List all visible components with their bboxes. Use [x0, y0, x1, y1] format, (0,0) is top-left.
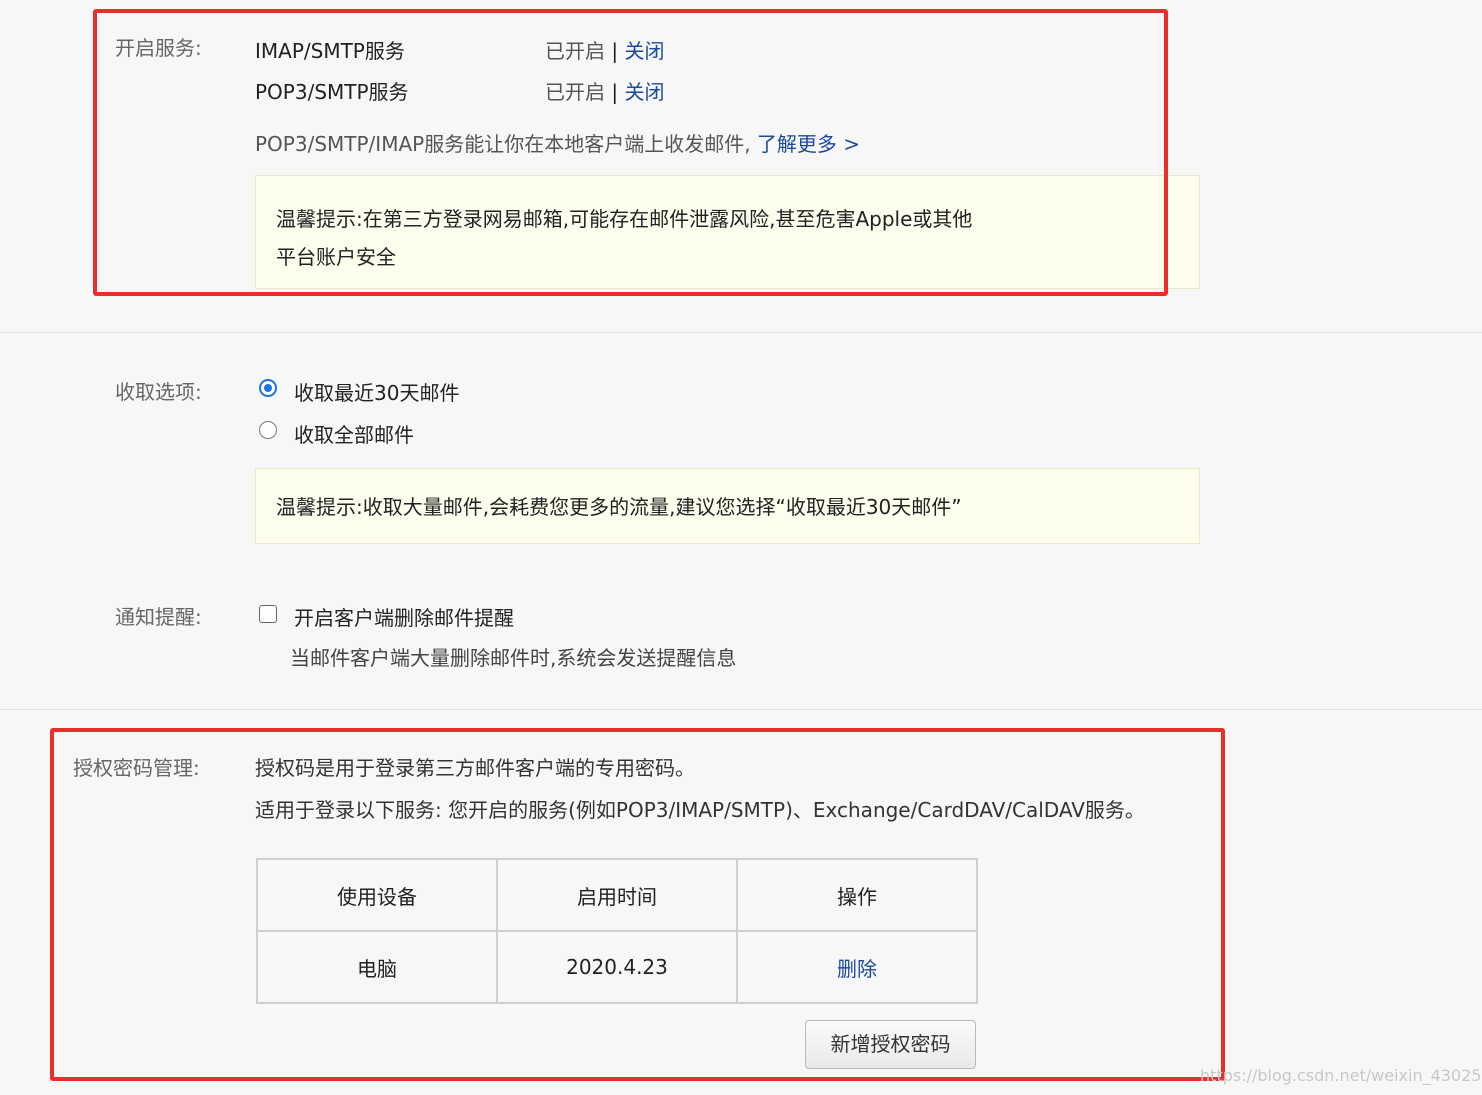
delete-reminder-label[interactable]: 开启客户端删除邮件提醒 — [294, 602, 514, 631]
fetch-tip-text: 温馨提示:收取大量邮件,会耗费您更多的流量,建议您选择“收取最近30天邮件” — [276, 495, 962, 519]
divider-1 — [0, 332, 1482, 333]
auth-highlight-box — [50, 728, 1225, 1081]
delete-reminder-checkbox[interactable] — [259, 605, 277, 623]
services-highlight-box — [93, 9, 1168, 296]
fetch-30days-radio[interactable] — [259, 379, 277, 397]
fetch-30days-label[interactable]: 收取最近30天邮件 — [294, 377, 459, 406]
fetch-label: 收取选项: — [115, 380, 202, 404]
notify-label: 通知提醒: — [115, 605, 202, 629]
fetch-all-label[interactable]: 收取全部邮件 — [294, 419, 414, 448]
watermark-text: https://blog.csdn.net/weixin_43025522 — [1200, 1066, 1482, 1085]
fetch-warning-tip: 温馨提示:收取大量邮件,会耗费您更多的流量,建议您选择“收取最近30天邮件” — [255, 468, 1200, 544]
delete-reminder-description: 当邮件客户端大量删除邮件时,系统会发送提醒信息 — [290, 646, 737, 670]
divider-2 — [0, 709, 1482, 710]
fetch-all-radio[interactable] — [259, 421, 277, 439]
